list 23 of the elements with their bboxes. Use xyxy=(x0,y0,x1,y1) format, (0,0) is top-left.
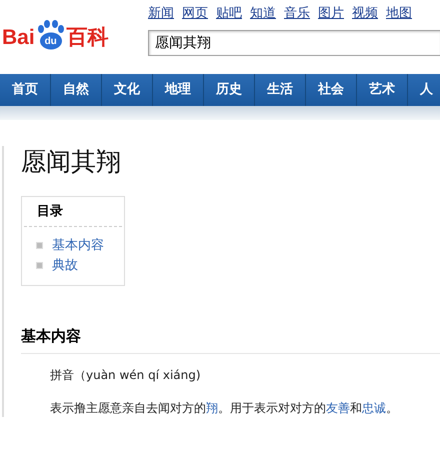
section-heading: 基本内容 xyxy=(21,326,440,354)
logo-text: Bai xyxy=(2,26,35,50)
nav-link[interactable]: 地图 xyxy=(386,6,412,22)
search-field[interactable]: 愿闻其翔 xyxy=(148,30,440,56)
nav-link[interactable]: 网页 xyxy=(182,6,208,22)
toc-heading: 目录 xyxy=(24,202,122,227)
link[interactable]: 翔 xyxy=(206,401,218,415)
bullet-icon xyxy=(36,242,43,248)
nav-link[interactable]: 知道 xyxy=(250,6,276,22)
toc-link[interactable]: 基本内容 xyxy=(52,236,104,254)
link[interactable]: 忠诚 xyxy=(362,401,386,415)
nav-link[interactable]: 新闻 xyxy=(148,6,174,22)
paragraph: 表示撸主愿意亲自去闻对方的翔。用于表示对对方的友善和忠诚。 xyxy=(50,400,399,417)
toc-link[interactable]: 典故 xyxy=(52,256,78,274)
pinyin-text: 拼音（yuàn wén qí xiáng) xyxy=(50,367,202,384)
logo-text: 百科 xyxy=(66,26,109,50)
bullet-icon xyxy=(36,262,43,268)
link[interactable]: 友善 xyxy=(326,401,350,415)
page-title: 愿闻其翔 xyxy=(21,146,122,178)
nav-link[interactable]: 图片 xyxy=(318,6,344,22)
nav-link[interactable]: 贴吧 xyxy=(216,6,242,22)
nav-link[interactable]: 音乐 xyxy=(284,6,310,22)
nav-link[interactable]: 视频 xyxy=(352,6,378,22)
